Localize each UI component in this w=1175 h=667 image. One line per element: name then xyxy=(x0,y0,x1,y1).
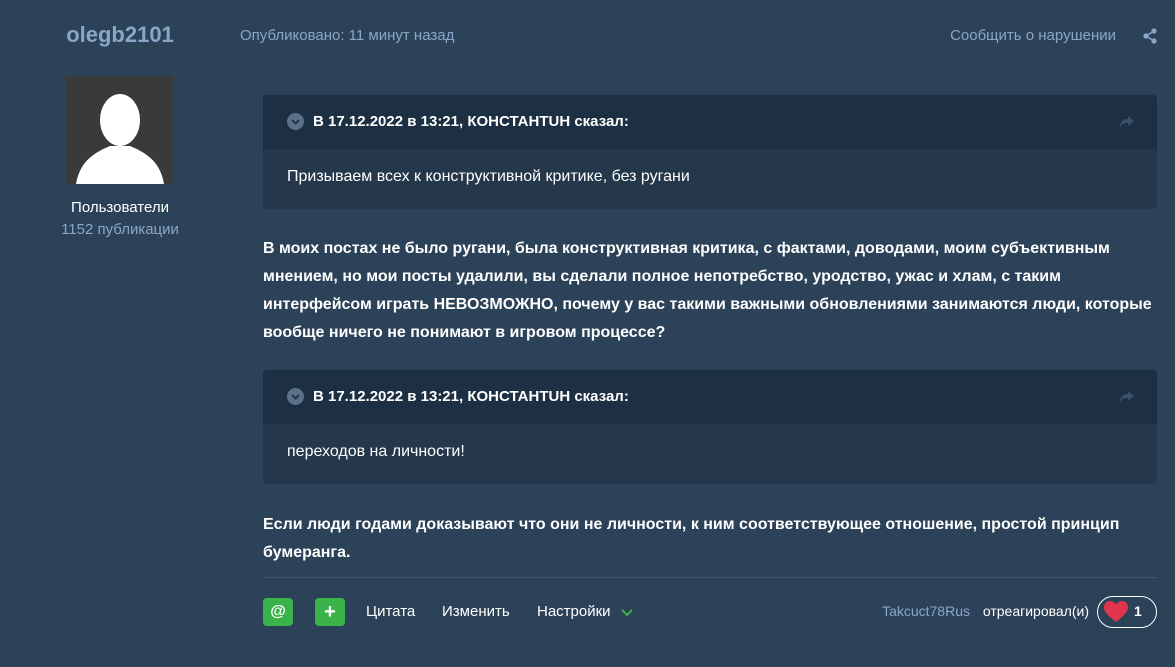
quote-block: В 17.12.2022 в 13:21, КОНСТАНТUН сказал:… xyxy=(263,95,1157,209)
quote-header: В 17.12.2022 в 13:21, КОНСТАНТUН сказал: xyxy=(263,370,1157,424)
reaction-count: 1 xyxy=(1134,603,1142,619)
avatar[interactable] xyxy=(66,76,173,184)
quote-citation: В 17.12.2022 в 13:21, КОНСТАНТUН сказал: xyxy=(313,388,629,405)
options-label: Настройки xyxy=(537,603,611,620)
mention-button[interactable]: @ xyxy=(263,598,293,626)
post-paragraph: Если люди годами доказывают что они не л… xyxy=(263,516,1120,561)
share-icon[interactable] xyxy=(1142,27,1158,45)
quote-text: Призываем всех к конструктивной критике,… xyxy=(287,168,690,185)
quote-citation: В 17.12.2022 в 13:21, КОНСТАНТUН сказал: xyxy=(313,113,629,130)
quote-button[interactable]: Цитата xyxy=(366,603,415,620)
edit-button[interactable]: Изменить xyxy=(442,603,510,620)
user-posts-count: 1152 публикации xyxy=(61,221,179,238)
chevron-down-icon[interactable] xyxy=(287,113,304,130)
reply-arrow-icon[interactable] xyxy=(1119,388,1135,404)
chevron-down-icon xyxy=(621,604,633,621)
reaction-button[interactable]: 1 xyxy=(1097,596,1157,628)
report-link[interactable]: Сообщить о нарушении xyxy=(950,27,1116,44)
author-column: olegb2101 Пользователи 1152 публикации xyxy=(0,0,240,667)
reaction-text: отреагировал(и) xyxy=(982,603,1089,619)
quote-block: В 17.12.2022 в 13:21, КОНСТАНТUН сказал:… xyxy=(263,370,1157,484)
divider xyxy=(263,577,1157,578)
options-button[interactable]: Настройки xyxy=(537,603,633,621)
post-paragraph: В моих постах не было ругани, была конст… xyxy=(263,240,1152,341)
quote-text: переходов на личности! xyxy=(287,443,465,460)
heart-icon xyxy=(1103,600,1129,628)
quote-header: В 17.12.2022 в 13:21, КОНСТАНТUН сказал: xyxy=(263,95,1157,149)
author-username[interactable]: olegb2101 xyxy=(0,22,240,48)
reaction-user-link[interactable]: Takcuct78Rus xyxy=(882,603,970,619)
multiquote-button[interactable]: + xyxy=(315,598,345,626)
post-published-time[interactable]: Опубликовано: 11 минут назад xyxy=(240,27,454,44)
chevron-down-icon[interactable] xyxy=(287,388,304,405)
user-group: Пользователи xyxy=(71,199,169,216)
reply-arrow-icon[interactable] xyxy=(1119,113,1135,129)
